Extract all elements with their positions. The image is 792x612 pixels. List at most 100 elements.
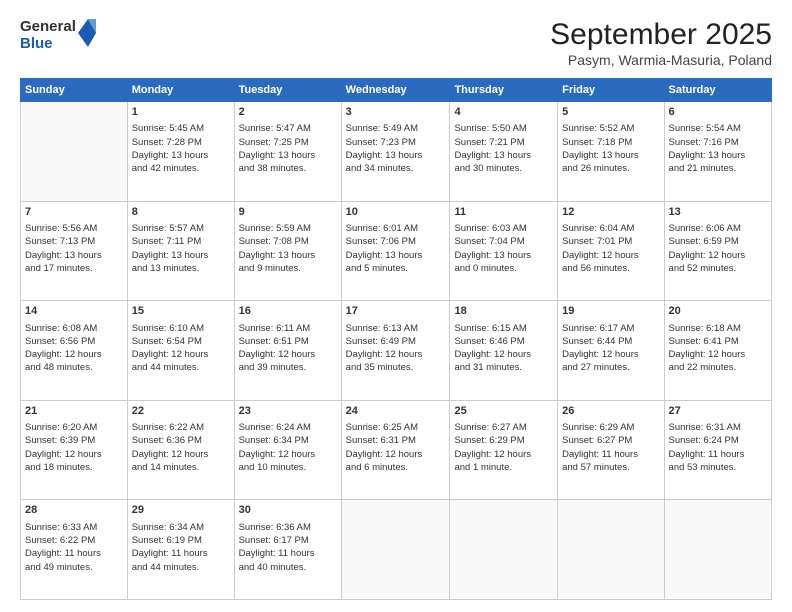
day-number: 27: [669, 404, 767, 419]
day-info: Sunrise: 6:36 AM Sunset: 6:17 PM Dayligh…: [239, 521, 337, 574]
calendar-day-header: Sunday: [21, 79, 128, 102]
calendar-day-header: Monday: [127, 79, 234, 102]
calendar-cell: 18 Sunrise: 6:15 AM Sunset: 6:46 PM Dayli…: [450, 301, 558, 401]
calendar-day-header: Wednesday: [341, 79, 450, 102]
calendar-cell: 17 Sunrise: 6:13 AM Sunset: 6:49 PM Dayli…: [341, 301, 450, 401]
calendar-cell: 10 Sunrise: 6:01 AM Sunset: 7:06 PM Dayli…: [341, 201, 450, 301]
day-info: Sunrise: 6:34 AM Sunset: 6:19 PM Dayligh…: [132, 521, 230, 574]
calendar-cell: 30 Sunrise: 6:36 AM Sunset: 6:17 PM Dayli…: [234, 500, 341, 600]
calendar-title: September 2025: [550, 18, 772, 52]
day-info: Sunrise: 6:01 AM Sunset: 7:06 PM Dayligh…: [346, 222, 446, 275]
day-number: 8: [132, 205, 230, 220]
day-number: 30: [239, 503, 337, 518]
calendar-cell: 21 Sunrise: 6:20 AM Sunset: 6:39 PM Dayli…: [21, 400, 128, 500]
day-info: Sunrise: 5:49 AM Sunset: 7:23 PM Dayligh…: [346, 122, 446, 175]
calendar-cell: 7 Sunrise: 5:56 AM Sunset: 7:13 PM Daylig…: [21, 201, 128, 301]
day-info: Sunrise: 6:15 AM Sunset: 6:46 PM Dayligh…: [454, 322, 553, 375]
day-number: 2: [239, 105, 337, 120]
day-number: 18: [454, 304, 553, 319]
day-number: 21: [25, 404, 123, 419]
calendar-cell: 16 Sunrise: 6:11 AM Sunset: 6:51 PM Dayli…: [234, 301, 341, 401]
calendar-cell: 26Sunrise: 6:29 AM Sunset: 6:27 PM Dayli…: [558, 400, 664, 500]
day-info: Sunrise: 5:56 AM Sunset: 7:13 PM Dayligh…: [25, 222, 123, 275]
day-info: Sunrise: 5:50 AM Sunset: 7:21 PM Dayligh…: [454, 122, 553, 175]
day-number: 10: [346, 205, 446, 220]
day-number: 1: [132, 105, 230, 120]
day-info: Sunrise: 5:54 AM Sunset: 7:16 PM Dayligh…: [669, 122, 767, 175]
calendar-table: SundayMondayTuesdayWednesdayThursdayFrid…: [20, 78, 772, 600]
calendar-cell: [450, 500, 558, 600]
logo: General Blue: [20, 18, 96, 53]
day-info: Sunrise: 6:33 AM Sunset: 6:22 PM Dayligh…: [25, 521, 123, 574]
calendar-cell: 15Sunrise: 6:10 AM Sunset: 6:54 PM Dayli…: [127, 301, 234, 401]
day-number: 13: [669, 205, 767, 220]
calendar-cell: 29 Sunrise: 6:34 AM Sunset: 6:19 PM Dayli…: [127, 500, 234, 600]
day-info: Sunrise: 6:17 AM Sunset: 6:44 PM Dayligh…: [562, 322, 659, 375]
calendar-day-header: Friday: [558, 79, 664, 102]
calendar-cell: 8Sunrise: 5:57 AM Sunset: 7:11 PM Daylig…: [127, 201, 234, 301]
calendar-week-row: 28 Sunrise: 6:33 AM Sunset: 6:22 PM Dayli…: [21, 500, 772, 600]
calendar-cell: 25Sunrise: 6:27 AM Sunset: 6:29 PM Dayli…: [450, 400, 558, 500]
day-info: Sunrise: 5:52 AM Sunset: 7:18 PM Dayligh…: [562, 122, 659, 175]
calendar-header-row: SundayMondayTuesdayWednesdayThursdayFrid…: [21, 79, 772, 102]
day-info: Sunrise: 6:04 AM Sunset: 7:01 PM Dayligh…: [562, 222, 659, 275]
calendar-cell: 6 Sunrise: 5:54 AM Sunset: 7:16 PM Daylig…: [664, 102, 771, 202]
calendar-week-row: 21 Sunrise: 6:20 AM Sunset: 6:39 PM Dayli…: [21, 400, 772, 500]
day-number: 26: [562, 404, 659, 419]
day-info: Sunrise: 5:59 AM Sunset: 7:08 PM Dayligh…: [239, 222, 337, 275]
day-info: Sunrise: 6:08 AM Sunset: 6:56 PM Dayligh…: [25, 322, 123, 375]
day-number: 24: [346, 404, 446, 419]
day-info: Sunrise: 6:20 AM Sunset: 6:39 PM Dayligh…: [25, 421, 123, 474]
day-number: 11: [454, 205, 553, 220]
day-number: 29: [132, 503, 230, 518]
logo-blue: Blue: [20, 35, 76, 52]
day-number: 28: [25, 503, 123, 518]
day-number: 4: [454, 105, 553, 120]
logo-general: General: [20, 18, 76, 35]
day-number: 7: [25, 205, 123, 220]
day-number: 14: [25, 304, 123, 319]
logo-icon: [78, 19, 96, 47]
day-info: Sunrise: 5:47 AM Sunset: 7:25 PM Dayligh…: [239, 122, 337, 175]
day-info: Sunrise: 6:11 AM Sunset: 6:51 PM Dayligh…: [239, 322, 337, 375]
calendar-subtitle: Pasym, Warmia-Masuria, Poland: [550, 52, 772, 68]
calendar-cell: 22 Sunrise: 6:22 AM Sunset: 6:36 PM Dayli…: [127, 400, 234, 500]
day-info: Sunrise: 6:24 AM Sunset: 6:34 PM Dayligh…: [239, 421, 337, 474]
day-info: Sunrise: 6:25 AM Sunset: 6:31 PM Dayligh…: [346, 421, 446, 474]
calendar-cell: 13 Sunrise: 6:06 AM Sunset: 6:59 PM Dayli…: [664, 201, 771, 301]
day-number: 23: [239, 404, 337, 419]
day-number: 15: [132, 304, 230, 319]
day-info: Sunrise: 6:27 AM Sunset: 6:29 PM Dayligh…: [454, 421, 553, 474]
calendar-cell: 23 Sunrise: 6:24 AM Sunset: 6:34 PM Dayli…: [234, 400, 341, 500]
day-info: Sunrise: 6:18 AM Sunset: 6:41 PM Dayligh…: [669, 322, 767, 375]
calendar-cell: 24 Sunrise: 6:25 AM Sunset: 6:31 PM Dayli…: [341, 400, 450, 500]
day-info: Sunrise: 6:13 AM Sunset: 6:49 PM Dayligh…: [346, 322, 446, 375]
day-info: Sunrise: 6:06 AM Sunset: 6:59 PM Dayligh…: [669, 222, 767, 275]
day-info: Sunrise: 5:45 AM Sunset: 7:28 PM Dayligh…: [132, 122, 230, 175]
calendar-cell: 5Sunrise: 5:52 AM Sunset: 7:18 PM Daylig…: [558, 102, 664, 202]
calendar-cell: 9Sunrise: 5:59 AM Sunset: 7:08 PM Daylig…: [234, 201, 341, 301]
title-block: September 2025 Pasym, Warmia-Masuria, Po…: [550, 18, 772, 68]
calendar-day-header: Tuesday: [234, 79, 341, 102]
calendar-cell: 20 Sunrise: 6:18 AM Sunset: 6:41 PM Dayli…: [664, 301, 771, 401]
calendar-day-header: Thursday: [450, 79, 558, 102]
day-info: Sunrise: 6:31 AM Sunset: 6:24 PM Dayligh…: [669, 421, 767, 474]
day-number: 16: [239, 304, 337, 319]
day-number: 17: [346, 304, 446, 319]
calendar-cell: 28 Sunrise: 6:33 AM Sunset: 6:22 PM Dayli…: [21, 500, 128, 600]
day-number: 12: [562, 205, 659, 220]
calendar-cell: 3Sunrise: 5:49 AM Sunset: 7:23 PM Daylig…: [341, 102, 450, 202]
calendar-cell: [664, 500, 771, 600]
calendar-cell: 4 Sunrise: 5:50 AM Sunset: 7:21 PM Daylig…: [450, 102, 558, 202]
calendar-cell: [341, 500, 450, 600]
day-number: 6: [669, 105, 767, 120]
day-number: 22: [132, 404, 230, 419]
calendar-cell: 1 Sunrise: 5:45 AM Sunset: 7:28 PM Daylig…: [127, 102, 234, 202]
calendar-cell: 11Sunrise: 6:03 AM Sunset: 7:04 PM Dayli…: [450, 201, 558, 301]
calendar-cell: 14 Sunrise: 6:08 AM Sunset: 6:56 PM Dayli…: [21, 301, 128, 401]
calendar-cell: [21, 102, 128, 202]
calendar-cell: 2 Sunrise: 5:47 AM Sunset: 7:25 PM Daylig…: [234, 102, 341, 202]
day-info: Sunrise: 6:22 AM Sunset: 6:36 PM Dayligh…: [132, 421, 230, 474]
calendar-week-row: 7 Sunrise: 5:56 AM Sunset: 7:13 PM Daylig…: [21, 201, 772, 301]
day-number: 20: [669, 304, 767, 319]
